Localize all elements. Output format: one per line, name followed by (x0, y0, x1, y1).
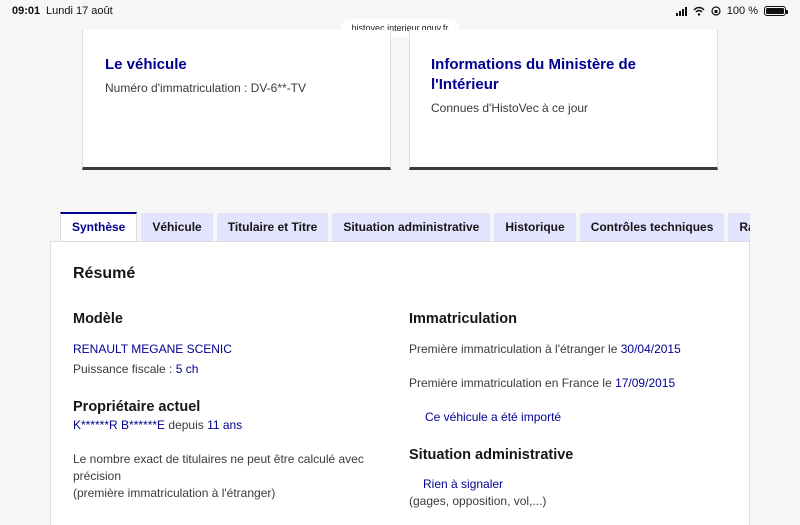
owner-heading: Propriétaire actuel (73, 399, 201, 415)
model-heading: Modèle (73, 311, 123, 327)
owner-since-value: 11 ans (207, 418, 243, 432)
cellular-signal-icon (675, 6, 687, 16)
registration-heading: Immatriculation (409, 311, 517, 327)
wifi-icon (693, 6, 705, 16)
imported-notice: Ce véhicule a été importé (425, 410, 562, 424)
owner-note-line1: Le nombre exact de titulaires ne peut êt… (73, 452, 364, 483)
tab-titulaire-et-titre[interactable]: Titulaire et Titre (216, 213, 329, 241)
foreign-registration: Première immatriculation à l'étranger le… (409, 341, 681, 358)
tab-synthese[interactable]: Synthèse (60, 212, 138, 242)
france-registration-label: Première immatriculation en France le (409, 376, 616, 390)
tab-rapport[interactable]: Rap (728, 213, 750, 241)
ministry-card-title: Informations du Ministère de l'Intérieur (431, 56, 637, 93)
battery-percentage: 100 % (726, 5, 758, 17)
tab-controles-techniques[interactable]: Contrôles techniques (579, 213, 725, 241)
tab-historique[interactable]: Historique (494, 213, 576, 241)
owner-name: K******R B******E (73, 418, 166, 432)
clock: 09:01 (12, 5, 41, 17)
fiscal-power-label: Puissance fiscale : (73, 362, 176, 376)
france-registration: Première immatriculation en France le 17… (409, 375, 675, 392)
date: Lundi 17 août (46, 5, 113, 17)
ministry-card: Informations du Ministère de l'Intérieur… (409, 30, 718, 170)
foreign-registration-date: 30/04/2015 (620, 342, 681, 356)
tab-vehicule[interactable]: Véhicule (141, 213, 213, 241)
registration-number: Numéro d'immatriculation : DV-6**-TV (105, 81, 307, 95)
status-icons: 100 % (675, 5, 788, 17)
battery-icon (764, 6, 788, 16)
vehicle-card: Le véhicule Numéro d'immatriculation : D… (82, 30, 391, 170)
foreign-registration-label: Première immatriculation à l'étranger le (409, 342, 621, 356)
model-name: RENAULT MEGANE SCENIC (73, 342, 232, 356)
fiscal-power-value: 5 ch (175, 362, 199, 376)
vehicle-card-title: Le véhicule (105, 56, 187, 73)
ministry-card-text: Connues d'HistoVec à ce jour (431, 101, 589, 115)
orientation-lock-icon (711, 6, 721, 16)
france-registration-date: 17/09/2015 (615, 376, 676, 390)
admin-heading: Situation administrative (409, 447, 574, 463)
summary-title: Résumé (73, 265, 136, 282)
owner-line: K******R B******E depuis 11 ans (73, 417, 242, 434)
admin-status: Rien à signaler (423, 477, 504, 491)
owner-since-label: depuis (165, 418, 208, 432)
owner-note-line2: (première immatriculation à l'étranger) (73, 486, 276, 500)
admin-detail: (gages, opposition, vol,...) (409, 494, 547, 508)
tab-situation-administrative[interactable]: Situation administrative (332, 213, 491, 241)
fiscal-power: Puissance fiscale : 5 ch (73, 361, 198, 378)
owner-note: Le nombre exact de titulaires ne peut êt… (73, 451, 383, 502)
tab-bar: Synthèse Véhicule Titulaire et Titre Sit… (50, 212, 750, 242)
synthese-panel: Résumé Modèle RENAULT MEGANE SCENIC Puis… (50, 241, 750, 525)
